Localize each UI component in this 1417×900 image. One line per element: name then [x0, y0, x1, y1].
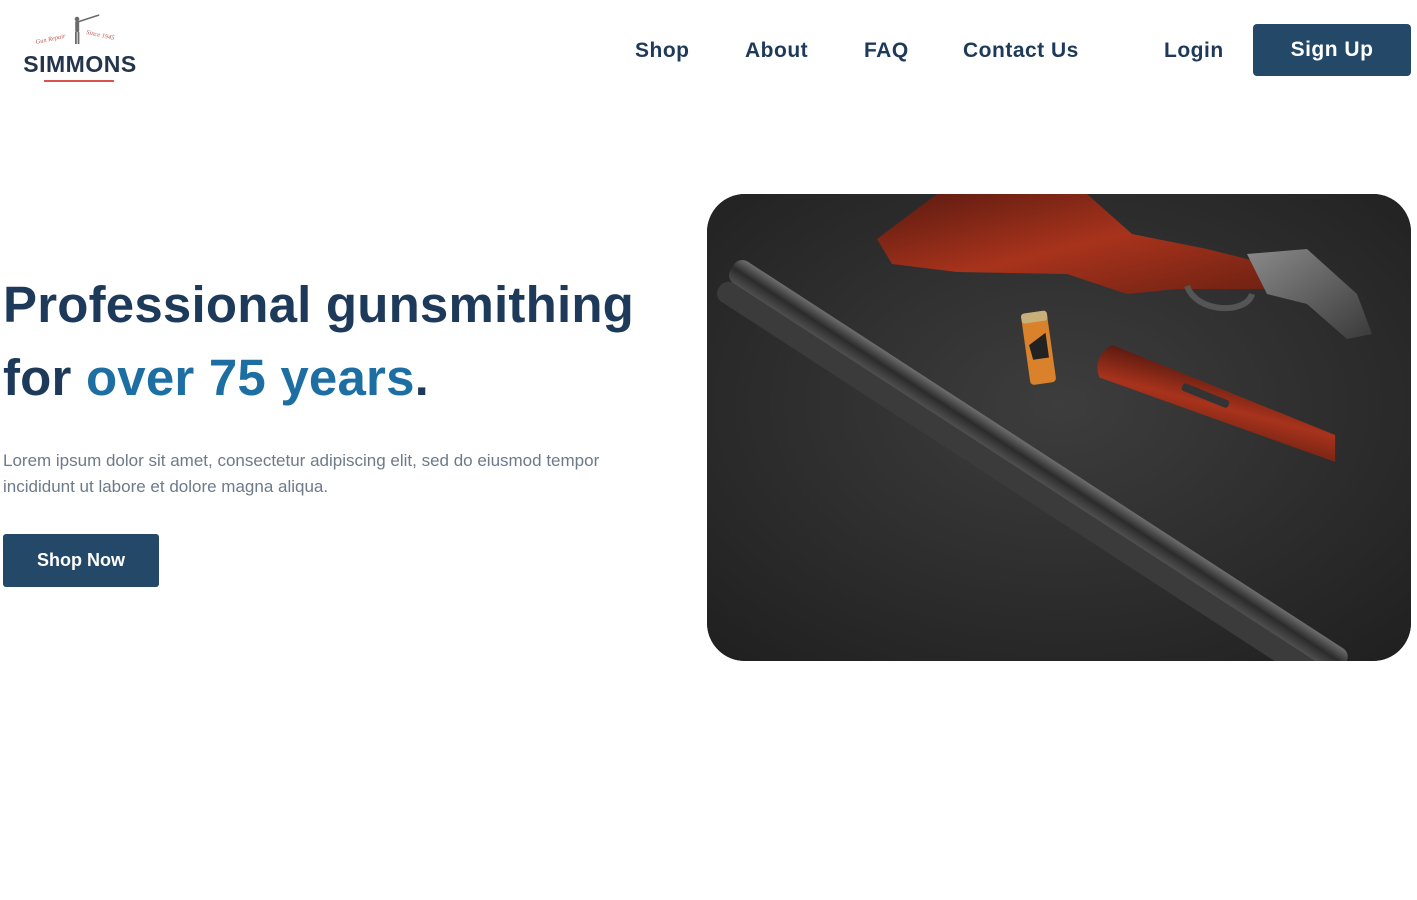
nav-item-about[interactable]: About — [745, 37, 808, 65]
shotgun-photo-illustration — [707, 194, 1411, 661]
hero-title-end: . — [414, 349, 430, 406]
brand-logo[interactable]: Gun Repair Since 1945 SIMMONS — [20, 10, 140, 86]
tagline-left: Gun Repair — [35, 33, 67, 46]
login-link[interactable]: Login — [1164, 37, 1224, 65]
hero-description: Lorem ipsum dolor sit amet, consectetur … — [3, 451, 600, 496]
landing-page: Gun Repair Since 1945 SIMMONS Shop About… — [0, 0, 1417, 900]
logo-underline — [44, 80, 114, 82]
nav-item-shop[interactable]: Shop — [635, 37, 690, 65]
sign-up-button[interactable]: Sign Up — [1253, 24, 1411, 76]
tagline-right: Since 1945 — [86, 29, 116, 42]
nav-item-contact-us[interactable]: Contact Us — [963, 37, 1079, 65]
nav-item-faq[interactable]: FAQ — [864, 37, 909, 65]
shop-now-button[interactable]: Shop Now — [3, 534, 159, 587]
simmons-logo-icon: Gun Repair Since 1945 SIMMONS — [23, 14, 136, 82]
hero-title-accent: over 75 years — [85, 349, 415, 406]
hero-image-shotgun — [707, 194, 1411, 661]
brand-name: SIMMONS — [23, 51, 136, 77]
hero-title: Professional gunsmithing for over 75 yea… — [3, 268, 693, 414]
